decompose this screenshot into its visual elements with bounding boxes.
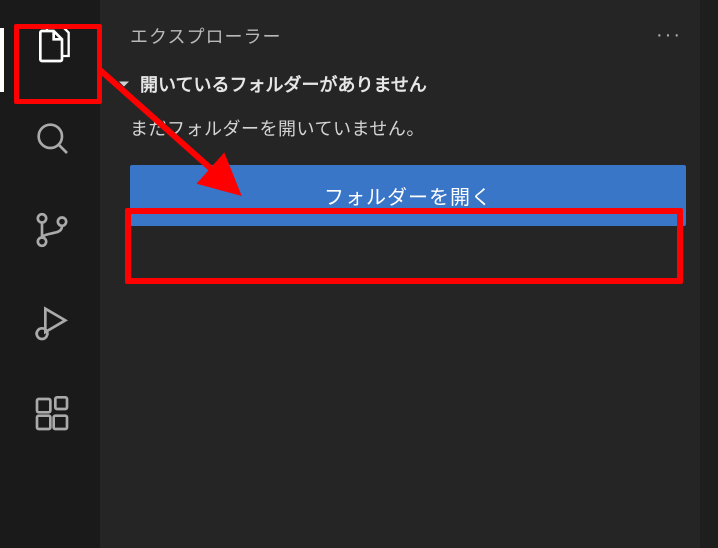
- sidebar-header: エクスプローラー ···: [110, 16, 698, 67]
- branch-icon: [32, 210, 72, 255]
- app-container: エクスプローラー ··· 開いているフォルダーがありません まだフォルダーを開い…: [0, 0, 718, 548]
- right-edge-gutter: [700, 0, 718, 548]
- chevron-down-icon: [114, 74, 134, 94]
- open-folder-button[interactable]: フォルダーを開く: [130, 165, 686, 226]
- activity-bar: [0, 0, 100, 548]
- section-header[interactable]: 開いているフォルダーがありません: [110, 67, 698, 115]
- more-actions-button[interactable]: ···: [650, 22, 688, 49]
- debug-icon: [32, 302, 72, 347]
- extensions-icon: [32, 394, 72, 439]
- active-tab-indicator: [0, 28, 4, 92]
- files-icon: [32, 26, 72, 71]
- search-tab[interactable]: [28, 116, 76, 164]
- section-content: まだフォルダーを開いていません。 フォルダーを開く: [110, 115, 698, 226]
- sidebar-title: エクスプローラー: [130, 23, 281, 49]
- extensions-tab[interactable]: [28, 392, 76, 440]
- source-control-tab[interactable]: [28, 208, 76, 256]
- search-icon: [32, 118, 72, 163]
- section-title: 開いているフォルダーがありません: [140, 71, 427, 97]
- run-debug-tab[interactable]: [28, 300, 76, 348]
- explorer-tab[interactable]: [28, 24, 76, 72]
- no-folder-message: まだフォルダーを開いていません。: [130, 115, 686, 141]
- explorer-sidebar: エクスプローラー ··· 開いているフォルダーがありません まだフォルダーを開い…: [100, 0, 718, 548]
